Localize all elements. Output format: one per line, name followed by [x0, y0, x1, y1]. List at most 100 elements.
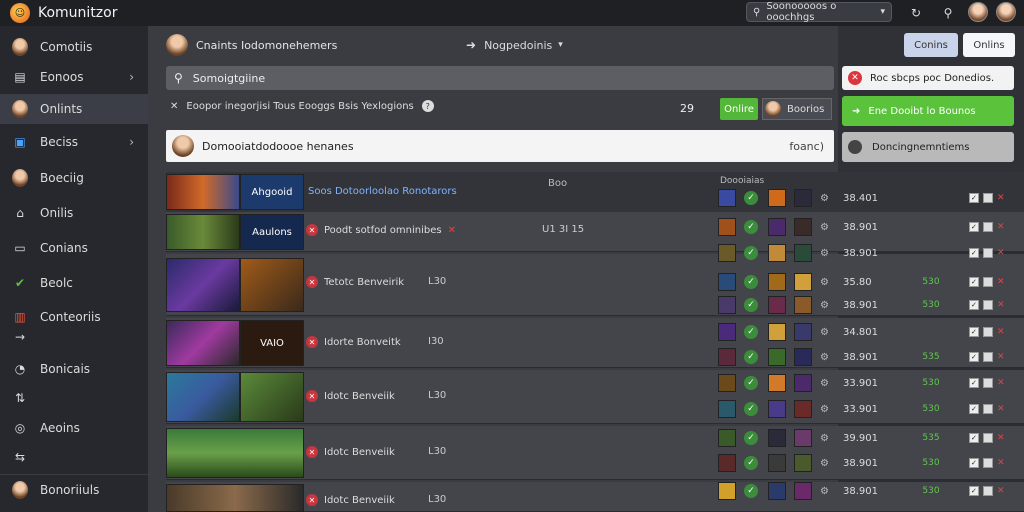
checkbox[interactable] — [982, 486, 993, 496]
checkbox[interactable]: ✓ — [968, 486, 979, 496]
row-title-wrap[interactable]: ✕ Tetotc Benveirik — [306, 276, 404, 288]
sidebar-item-comotiis[interactable]: Comotiis — [0, 32, 148, 62]
search-input[interactable]: ⚲ Somoigtgiine — [166, 66, 834, 90]
close-icon[interactable]: ✕ — [448, 225, 456, 236]
delete-icon[interactable]: ✕ — [997, 327, 1005, 337]
checkbox[interactable] — [982, 433, 993, 443]
checkbox[interactable]: ✓ — [968, 277, 979, 287]
gear-icon[interactable]: ⚙ — [820, 300, 829, 311]
checkbox[interactable]: ✓ — [968, 193, 979, 203]
checkbox[interactable]: ✓ — [968, 222, 979, 232]
sidebar-item-beciss[interactable]: ▣ Beciss › — [0, 127, 148, 157]
delete-icon[interactable]: ✕ — [997, 248, 1005, 258]
row-thumbnail[interactable] — [166, 372, 240, 422]
checkbox[interactable]: ✓ — [968, 404, 979, 414]
sidebar-item-conians[interactable]: ▭ Conians — [0, 233, 148, 263]
row-title-wrap[interactable]: ✕ Idotc Benveiik — [306, 494, 395, 506]
delete-icon[interactable]: ✕ — [997, 486, 1005, 496]
row-title-wrap[interactable]: ✕ Idotc Benveiik — [306, 446, 395, 458]
sidebar-item-onlints[interactable]: Onlints — [0, 94, 148, 124]
member-row[interactable]: ✓ ⚙ 39.901 535 ✓ ✕ — [718, 427, 1024, 449]
gear-icon[interactable]: ⚙ — [820, 277, 829, 288]
checkbox[interactable]: ✓ — [968, 458, 979, 468]
member-row[interactable]: ✓ ⚙ 38.901 ✓ ✕ — [718, 216, 1024, 238]
member-row[interactable]: ✓ ⚙ 33.901 530 ✓ ✕ — [718, 398, 1024, 420]
checkbox[interactable] — [982, 352, 993, 362]
gear-icon[interactable]: ⚙ — [820, 404, 829, 415]
sidebar-item-eonoos[interactable]: ▤ Eonoos › — [0, 62, 148, 92]
row-thumbnail[interactable] — [166, 174, 240, 210]
row-title[interactable]: Soos Dotoorloolao Ronotarors — [308, 186, 457, 197]
checkbox[interactable] — [982, 222, 993, 232]
delete-icon[interactable]: ✕ — [997, 277, 1005, 287]
secondary-header-button[interactable]: Onlins — [963, 33, 1015, 57]
sidebar-item-beolc[interactable]: ✔ Beolc — [0, 268, 148, 298]
gear-icon[interactable]: ⚙ — [820, 193, 829, 204]
delete-icon[interactable]: ✕ — [997, 222, 1005, 232]
nav-dropdown[interactable]: ➜ Nogpedoinis ▾ — [466, 38, 563, 52]
member-row[interactable]: ✓ ⚙ 38.901 530 ✓ ✕ — [718, 452, 1024, 474]
primary-action-button[interactable]: ➜ Ene Dooibt lo Bounos — [842, 96, 1014, 126]
checkbox[interactable]: ✓ — [968, 327, 979, 337]
user-chip[interactable]: Boorios — [762, 98, 832, 120]
row-thumbnail-label[interactable]: Ahgooid — [240, 174, 304, 210]
checkbox[interactable]: ✓ — [968, 300, 979, 310]
delete-icon[interactable]: ✕ — [997, 433, 1005, 443]
avatar-secondary[interactable] — [996, 2, 1016, 22]
checkbox[interactable]: ✓ — [968, 352, 979, 362]
avatar[interactable] — [968, 2, 988, 22]
row-thumbnail-label[interactable]: VAIO — [240, 320, 304, 366]
gear-icon[interactable]: ⚙ — [820, 327, 829, 338]
row-thumbnail[interactable] — [166, 258, 240, 312]
online-filter-button[interactable]: Onlire — [720, 98, 758, 120]
checkbox[interactable] — [982, 327, 993, 337]
member-row[interactable]: ✓ ⚙ 38.901 535 ✓ ✕ — [718, 346, 1024, 368]
member-row[interactable]: ✓ ⚙ 34.801 ✓ ✕ — [718, 321, 1024, 343]
gear-icon[interactable]: ⚙ — [820, 378, 829, 389]
row-thumbnail[interactable] — [166, 214, 240, 250]
row-title-wrap[interactable]: ✕ Idotc Benveiik — [306, 390, 395, 402]
sidebar-item-onilis[interactable]: ⌂ Onilis — [0, 198, 148, 228]
row-thumbnail-label[interactable]: Aaulons — [240, 214, 304, 250]
gear-icon[interactable]: ⚙ — [820, 433, 829, 444]
checkbox[interactable] — [982, 277, 993, 287]
delete-icon[interactable]: ✕ — [997, 193, 1005, 203]
checkbox[interactable]: ✓ — [968, 433, 979, 443]
sidebar-item-aeoins[interactable]: ◎ Aeoins — [0, 413, 148, 443]
gear-icon[interactable]: ⚙ — [820, 352, 829, 363]
member-row[interactable]: ✓ ⚙ 35.80 530 ✓ ✕ — [718, 271, 1024, 293]
member-row[interactable]: ✓ ⚙ 38.901 530 ✓ ✕ — [718, 480, 1024, 502]
top-search-dropdown[interactable]: ⚲ Soonooooos o ooochhgs ▾ — [746, 1, 892, 23]
search-icon[interactable]: ⚲ — [938, 3, 958, 23]
row-thumbnail[interactable] — [166, 320, 240, 366]
checkbox[interactable] — [982, 248, 993, 258]
checkbox[interactable] — [982, 404, 993, 414]
checkbox[interactable] — [982, 193, 993, 203]
checkbox[interactable] — [982, 378, 993, 388]
checkbox[interactable]: ✓ — [968, 248, 979, 258]
row-title-wrap[interactable]: ✕ Poodt sotfod omninibes ✕ — [306, 224, 456, 236]
gear-icon[interactable]: ⚙ — [820, 486, 829, 497]
checkbox[interactable] — [982, 458, 993, 468]
sidebar-item-boeciig[interactable]: Boeciig — [0, 163, 148, 193]
primary-header-button[interactable]: Conins — [904, 33, 958, 57]
delete-icon[interactable]: ✕ — [997, 404, 1005, 414]
member-row[interactable]: ✓ ⚙ 38.901 530 ✓ ✕ — [718, 294, 1024, 316]
member-row[interactable]: ✓ ⚙ 33.901 530 ✓ ✕ — [718, 372, 1024, 394]
row-thumbnail-label[interactable] — [240, 258, 304, 312]
gear-icon[interactable]: ⚙ — [820, 248, 829, 259]
gear-icon[interactable]: ⚙ — [820, 222, 829, 233]
delete-icon[interactable]: ✕ — [997, 352, 1005, 362]
row-thumbnail-label[interactable] — [240, 372, 304, 422]
refresh-icon[interactable]: ↻ — [906, 3, 926, 23]
info-icon[interactable]: ? — [421, 100, 434, 112]
secondary-action-button[interactable]: Doncingnemntiems — [842, 132, 1014, 162]
member-row[interactable]: ✓ ⚙ 38.901 ✓ ✕ — [718, 242, 1024, 264]
sidebar-item-bonoriiuls[interactable]: Bonoriiuls — [0, 474, 148, 504]
composer-input[interactable]: Domooiatdodoooe henanes foanc) — [166, 130, 834, 162]
row-thumbnail[interactable] — [166, 428, 304, 478]
gear-icon[interactable]: ⚙ — [820, 458, 829, 469]
sidebar-item-bonicais[interactable]: ◔ Bonicais — [0, 354, 148, 384]
checkbox[interactable] — [982, 300, 993, 310]
row-thumbnail[interactable] — [166, 484, 304, 512]
